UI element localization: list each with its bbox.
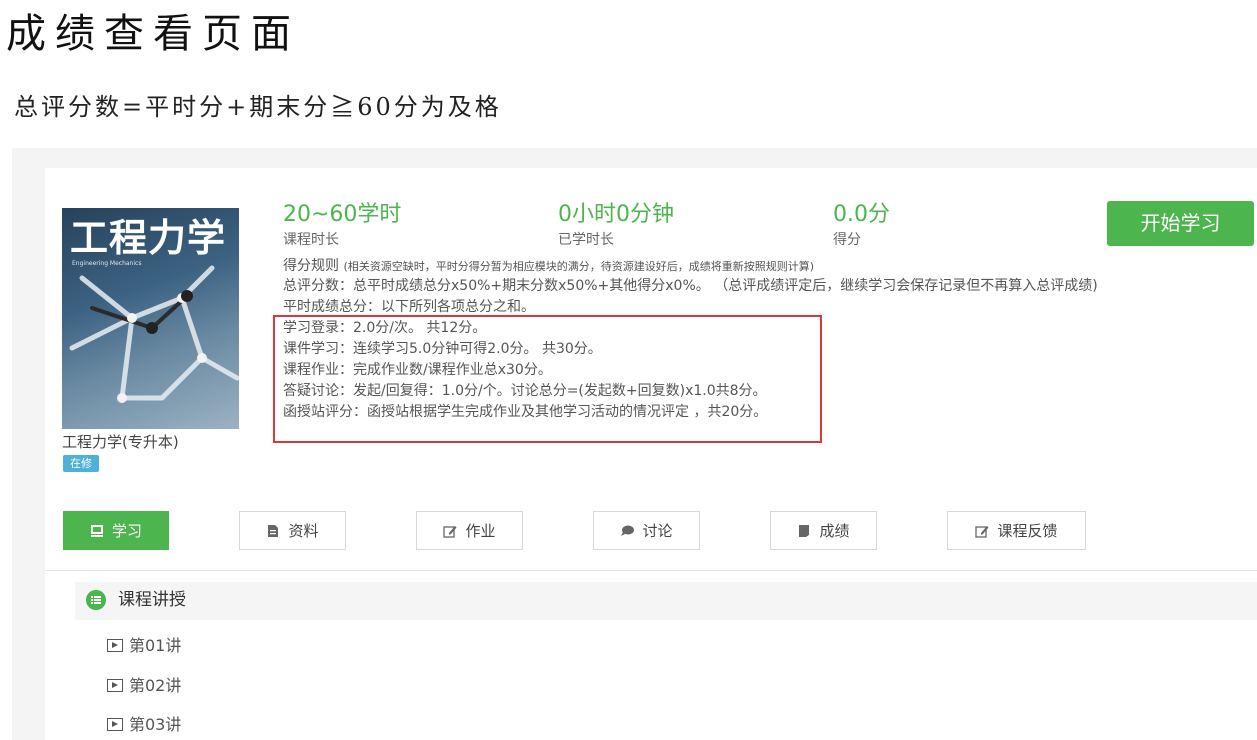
tab-materials-label: 资料 — [288, 522, 319, 540]
grade-icon — [799, 524, 810, 537]
tab-feedback-label: 课程反馈 — [997, 522, 1058, 540]
course-cover-image[interactable]: 工程力学 Engineering Mechanics — [62, 208, 239, 429]
lecture-item[interactable]: 第01讲 — [107, 635, 181, 657]
page-heading: 成绩查看页面 — [6, 11, 300, 57]
course-hours-label: 课程时长 — [283, 232, 339, 248]
scoring-rules-heading: 得分规则 (相关资源空缺时，平时分得分暂为相应模块的满分，待资源建设好后，成绩将… — [283, 256, 814, 277]
start-learning-button[interactable]: 开始学习 — [1107, 201, 1254, 246]
total-score-rule: 总评分数：总平时成绩总分x50%+期末分数x50%+其他得分x0%。 （总评成绩… — [283, 278, 1098, 294]
highlight-annotation-box — [273, 315, 822, 443]
course-hours-value: 20~60学时 — [283, 202, 402, 227]
tabs-divider — [45, 570, 1257, 571]
tab-grades[interactable]: 成绩 — [770, 511, 877, 550]
regular-score-rule: 平时成绩总分：以下所列各项总分之和。 — [283, 299, 535, 315]
edit-icon — [975, 525, 989, 538]
studied-time-label: 已学时长 — [558, 232, 614, 248]
section-title: 课程讲授 — [118, 590, 186, 610]
lecture-item[interactable]: 第03讲 — [107, 714, 181, 736]
video-icon — [107, 679, 123, 692]
course-name[interactable]: 工程力学(专升本) — [62, 431, 179, 452]
section-header[interactable] — [75, 582, 1257, 620]
lecture-label: 第02讲 — [129, 676, 182, 695]
pass-formula: 总评分数=平时分+期末分≧60分为及格 — [14, 93, 502, 121]
lecture-label: 第01讲 — [129, 636, 182, 655]
tab-grades-label: 成绩 — [819, 522, 850, 540]
chat-icon — [621, 525, 635, 536]
tab-study[interactable]: 学习 — [63, 511, 169, 550]
tab-homework-label: 作业 — [465, 522, 496, 540]
lecture-label: 第03讲 — [129, 715, 182, 734]
edit-icon — [443, 525, 457, 538]
studied-time-value: 0小时0分钟 — [558, 202, 674, 227]
molecule-illustration — [69, 265, 239, 403]
score-label: 得分 — [833, 232, 861, 248]
video-icon — [107, 639, 123, 652]
tab-discussion[interactable]: 讨论 — [593, 511, 700, 550]
tab-materials[interactable]: 资料 — [239, 511, 346, 550]
tab-study-label: 学习 — [111, 522, 142, 540]
list-icon — [86, 590, 106, 610]
scoring-rules-title: 得分规则 — [283, 258, 339, 274]
scoring-rules-note: (相关资源空缺时，平时分得分暂为相应模块的满分，待资源建设好后，成绩将重新按照规… — [343, 260, 815, 273]
study-icon — [90, 524, 103, 537]
video-icon — [107, 718, 123, 731]
score-value: 0.0分 — [833, 202, 890, 227]
tab-discussion-label: 讨论 — [642, 522, 673, 540]
tab-homework[interactable]: 作业 — [416, 511, 523, 550]
document-icon — [268, 524, 279, 537]
lecture-item[interactable]: 第02讲 — [107, 675, 181, 697]
status-badge: 在修 — [63, 455, 99, 472]
tab-feedback[interactable]: 课程反馈 — [947, 511, 1086, 550]
